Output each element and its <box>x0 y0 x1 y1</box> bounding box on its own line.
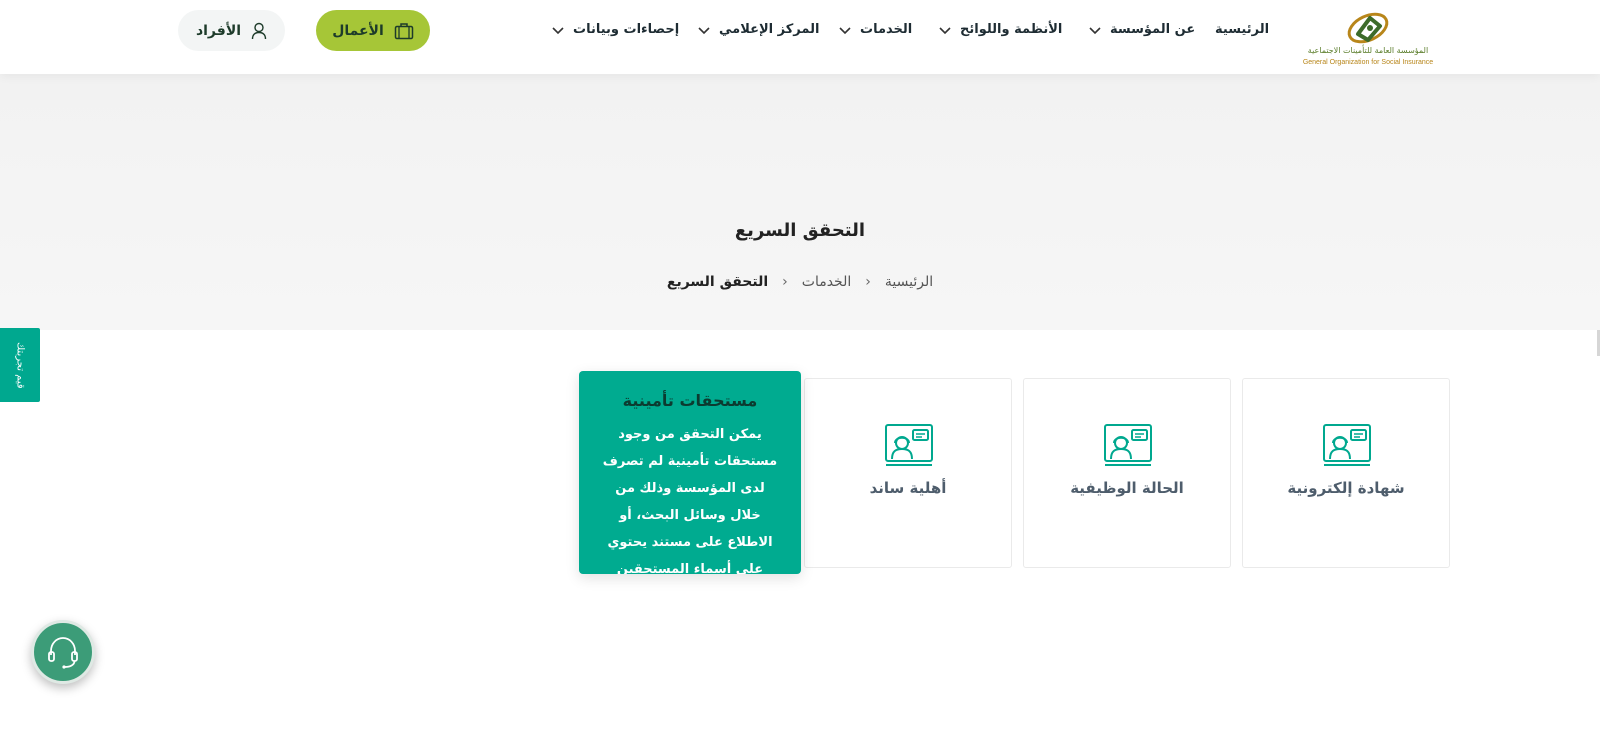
nav-home[interactable]: الرئيسية <box>1215 22 1269 37</box>
agent-monitor-icon <box>1323 424 1371 466</box>
card-insurance-dues[interactable]: مستحقات تأمينية يمكن التحقق من وجود مستح… <box>579 371 801 574</box>
user-icon <box>251 22 267 39</box>
logo-arabic-text: المؤسسة العامة للتأمينات الاجتماعية <box>1307 46 1429 55</box>
nav-statistics[interactable]: إحصاءات وبيانات <box>551 22 679 37</box>
individuals-button[interactable]: الأفراد <box>178 10 285 51</box>
chevron-down-icon <box>939 26 951 34</box>
card-label: الحالة الوظيفية <box>1070 479 1184 497</box>
card-label: أهلية ساند <box>869 479 947 497</box>
card-description: يمكن التحقق من وجود مستحقات تأمينية لم ت… <box>602 427 778 574</box>
headset-icon <box>48 637 78 669</box>
card-saned-eligibility[interactable]: أهلية ساند <box>804 378 1012 568</box>
nav-label: الرئيسية <box>1215 22 1270 37</box>
nav-label: الأنظمة واللوائح <box>960 22 1063 37</box>
business-button[interactable]: الأعمال <box>316 10 430 51</box>
card-e-certificate[interactable]: شهادة إلكترونية <box>1242 378 1450 568</box>
chevron-down-icon <box>698 26 710 34</box>
nav-about[interactable]: عن المؤسسة <box>1088 22 1195 37</box>
chevron-down-icon <box>839 26 851 34</box>
nav-services[interactable]: الخدمات <box>838 22 912 37</box>
chevron-down-icon <box>1089 26 1101 34</box>
breadcrumb-services[interactable]: الخدمات <box>802 274 852 290</box>
card-label: شهادة إلكترونية <box>1287 479 1405 497</box>
card-employment-status[interactable]: الحالة الوظيفية <box>1023 378 1231 568</box>
feedback-side-tab[interactable]: قيم تجربتك <box>0 328 40 402</box>
briefcase-icon <box>394 22 414 39</box>
business-button-label: الأعمال <box>332 22 384 39</box>
breadcrumb: الرئيسية ‹ الخدمات ‹ التحقق السريع <box>0 274 1600 290</box>
nav-label: الخدمات <box>860 22 913 37</box>
agent-monitor-icon <box>885 424 933 466</box>
support-chat-button[interactable] <box>31 620 95 684</box>
nav-regulations[interactable]: الأنظمة واللوائح <box>938 22 1062 37</box>
chevron-left-icon: ‹ <box>865 274 871 290</box>
nav-label: المركز الإعلامي <box>719 22 820 37</box>
feedback-side-tab-label: قيم تجربتك <box>14 341 26 389</box>
chevron-down-icon <box>552 26 564 34</box>
card-title: مستحقات تأمينية <box>622 391 758 410</box>
individuals-button-label: الأفراد <box>195 22 242 39</box>
breadcrumb-current: التحقق السريع <box>666 274 769 290</box>
nav-label: عن المؤسسة <box>1110 22 1196 37</box>
agent-monitor-icon <box>1104 424 1152 466</box>
page-title: التحقق السريع <box>734 220 866 241</box>
nav-media-center[interactable]: المركز الإعلامي <box>697 22 819 37</box>
gosi-logo[interactable]: المؤسسة العامة للتأمينات الاجتماعية Gene… <box>1288 8 1448 70</box>
site-header: المؤسسة العامة للتأمينات الاجتماعية Gene… <box>0 0 1600 74</box>
breadcrumb-home[interactable]: الرئيسية <box>885 274 933 290</box>
hero-banner: التحقق السريع الرئيسية ‹ الخدمات ‹ التحق… <box>0 74 1600 330</box>
chevron-left-icon: ‹ <box>782 274 788 290</box>
logo-english-text: General Organization for Social Insuranc… <box>1302 59 1434 66</box>
nav-label: إحصاءات وبيانات <box>573 22 680 37</box>
gosi-logo-icon <box>1347 12 1389 44</box>
